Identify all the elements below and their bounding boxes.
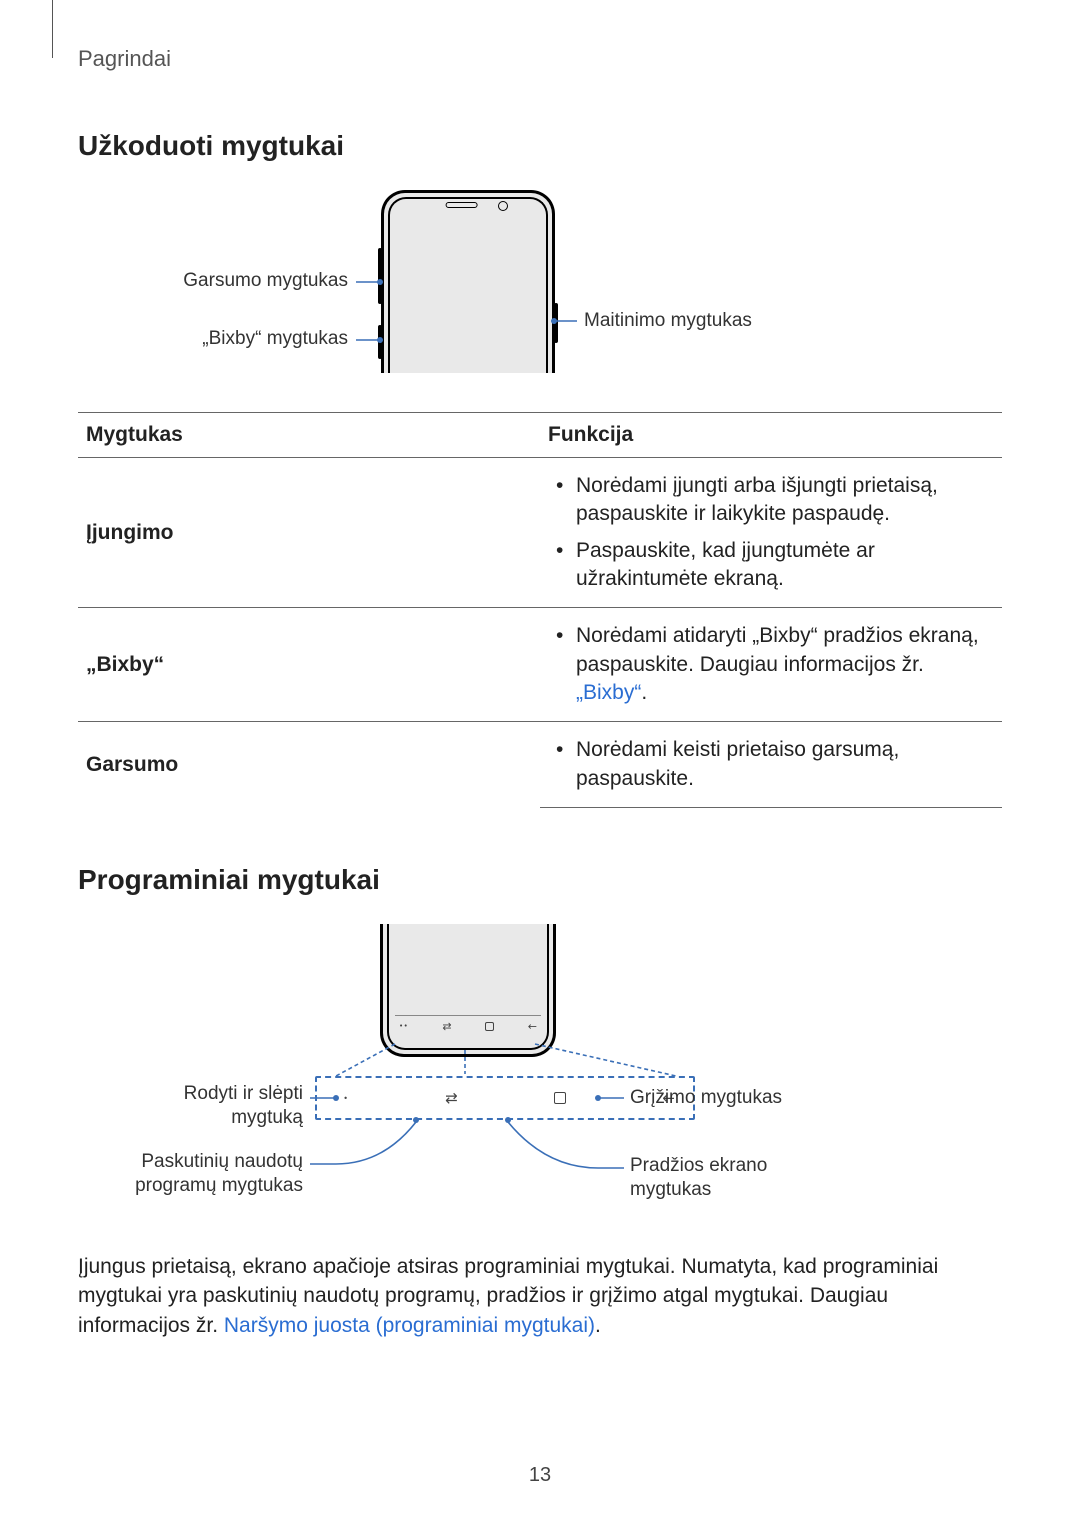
key-name: Įjungimo bbox=[78, 458, 540, 608]
func-item: Norėdami įjungti arba išjungti prietaisą… bbox=[548, 468, 994, 533]
table-row: Garsumo Norėdami keisti prietaiso garsum… bbox=[78, 722, 1002, 808]
key-name: „Bixby“ bbox=[78, 608, 540, 722]
leader-lines bbox=[78, 924, 1002, 1234]
soft-keys-paragraph: Įjungus prietaisą, ekrano apačioje atsir… bbox=[78, 1252, 1002, 1340]
table-row: Įjungimo Norėdami įjungti arba išjungti … bbox=[78, 458, 1002, 608]
keys-table: Mygtukas Funkcija Įjungimo Norėdami įjun… bbox=[78, 412, 1002, 808]
leader-lines bbox=[78, 190, 1002, 390]
func-text: . bbox=[641, 681, 647, 704]
func-item: Norėdami atidaryti „Bixby“ pradžios ekra… bbox=[548, 618, 994, 711]
soft-keys-diagram: •• ⇄ ← • • ⇄ ← Rodyti ir slėpti mygtuką … bbox=[78, 924, 1002, 1234]
func-item: Paspauskite, kad įjungtumėte ar užrakint… bbox=[548, 533, 994, 598]
table-row: „Bixby“ Norėdami atidaryti „Bixby“ pradž… bbox=[78, 608, 1002, 722]
bixby-link[interactable]: „Bixby“ bbox=[576, 681, 641, 704]
func-item: Norėdami keisti prietaiso garsumą, paspa… bbox=[548, 732, 994, 797]
running-head: Pagrindai bbox=[78, 46, 1002, 72]
col-key-header: Mygtukas bbox=[78, 413, 540, 458]
page: Pagrindai Užkoduoti mygtukai Garsumo myg… bbox=[0, 0, 1080, 1527]
page-number: 13 bbox=[0, 1464, 1080, 1487]
hard-keys-diagram: Garsumo mygtukas „Bixby“ mygtukas Maitin… bbox=[78, 190, 1002, 390]
section-hard-keys-title: Užkoduoti mygtukai bbox=[78, 130, 1002, 162]
paragraph-text: . bbox=[595, 1314, 601, 1337]
key-funcs: Norėdami įjungti arba išjungti prietaisą… bbox=[540, 458, 1002, 608]
col-func-header: Funkcija bbox=[540, 413, 1002, 458]
navbar-link[interactable]: Naršymo juosta (programiniai mygtukai) bbox=[224, 1314, 595, 1337]
key-name: Garsumo bbox=[78, 722, 540, 808]
func-text: Norėdami atidaryti „Bixby“ pradžios ekra… bbox=[576, 624, 979, 675]
margin-rule bbox=[52, 0, 53, 58]
section-soft-keys-title: Programiniai mygtukai bbox=[78, 864, 1002, 896]
key-funcs: Norėdami atidaryti „Bixby“ pradžios ekra… bbox=[540, 608, 1002, 722]
key-funcs: Norėdami keisti prietaiso garsumą, paspa… bbox=[540, 722, 1002, 808]
